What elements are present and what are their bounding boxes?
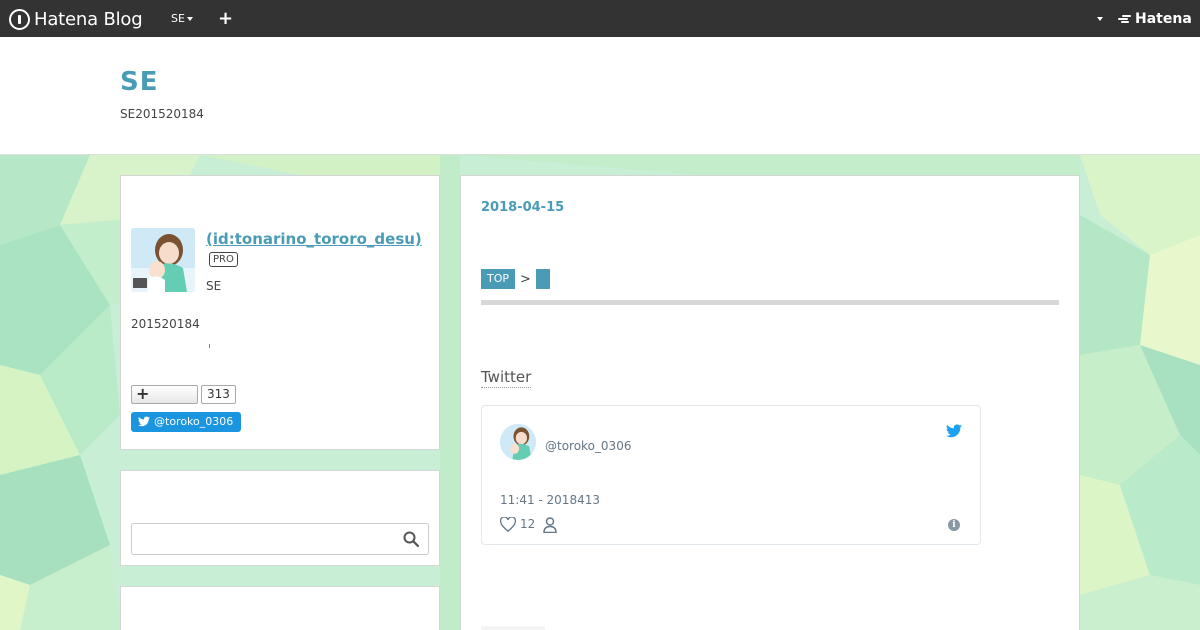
plus-icon: + <box>136 384 150 403</box>
account-menu-chevron-down-icon[interactable] <box>1097 17 1103 21</box>
twitter-follow-label: @toroko_0306 <box>154 415 234 428</box>
twitter-follow-button[interactable]: @toroko_0306 <box>131 412 241 432</box>
breadcrumb-separator: > <box>520 271 531 287</box>
entry-footer-placeholder <box>481 626 545 630</box>
tweet-timestamp[interactable]: 11:41 - 2018413 <box>500 493 600 507</box>
plus-icon[interactable]: + <box>218 8 233 29</box>
info-icon[interactable]: i <box>948 519 960 531</box>
blog-switcher-label: SE <box>171 12 185 25</box>
search-module <box>120 470 440 566</box>
blog-switcher[interactable]: SE <box>171 12 193 25</box>
avatar-illustration-icon <box>500 424 536 460</box>
pro-badge: PRO <box>209 252 238 267</box>
blog-title[interactable]: SE <box>120 67 159 97</box>
subscribe-button[interactable]: + <box>131 384 198 404</box>
blog-description: SE201520184 <box>120 107 204 121</box>
hatena-brand-text: Hatena <box>1135 11 1192 27</box>
twitter-bird-icon[interactable] <box>946 424 962 438</box>
sidebar-module <box>120 586 440 630</box>
embedded-tweet[interactable]: @toroko_0306 11:41 - 2018413 12 i <box>481 405 981 545</box>
profile-bio: 201520184 <box>131 317 200 331</box>
entry-divider <box>481 300 1059 305</box>
logo-text: Hatena Blog <box>34 8 143 30</box>
profile-link-marker[interactable] <box>209 344 210 348</box>
tweet-like-count: 12 <box>520 517 536 531</box>
avatar-illustration-icon <box>131 228 195 292</box>
chevron-down-icon <box>186 16 193 21</box>
search-input[interactable] <box>131 523 429 555</box>
reader-count: 313 <box>201 385 236 404</box>
search-icon[interactable] <box>403 531 419 547</box>
hatena-mark-icon <box>1118 14 1132 24</box>
blog-header: SE SE201520184 <box>0 37 1200 155</box>
twitter-bird-icon <box>138 416 150 427</box>
profile-name-link[interactable]: (id:tonarino_tororo_desu) <box>206 230 422 248</box>
breadcrumb-category-link[interactable] <box>535 269 550 289</box>
heart-icon[interactable] <box>500 517 516 532</box>
entry-date[interactable]: 2018-04-15 <box>481 200 564 215</box>
entry-article: 2018-04-15 TOP > Twitter @toroko_0306 11… <box>460 175 1080 630</box>
profile-module: (id:tonarino_tororo_desu) PRO SE 2015201… <box>120 175 440 450</box>
hatena-blog-logo[interactable]: Hatena Blog <box>9 7 143 31</box>
tweet-handle[interactable]: @toroko_0306 <box>545 439 631 453</box>
profile-avatar[interactable] <box>131 228 195 292</box>
profile-tagline: SE <box>206 279 222 293</box>
global-header: Hatena Blog SE + Hatena <box>0 0 1200 37</box>
twitter-section-heading: Twitter <box>481 368 532 388</box>
breadcrumb-top-link[interactable]: TOP <box>481 269 516 289</box>
hatena-blog-logo-icon <box>9 8 30 30</box>
person-icon[interactable] <box>543 517 557 533</box>
hatena-brand-link[interactable]: Hatena <box>1118 11 1192 27</box>
breadcrumb: TOP > <box>481 269 550 289</box>
tweet-avatar[interactable] <box>500 424 536 460</box>
